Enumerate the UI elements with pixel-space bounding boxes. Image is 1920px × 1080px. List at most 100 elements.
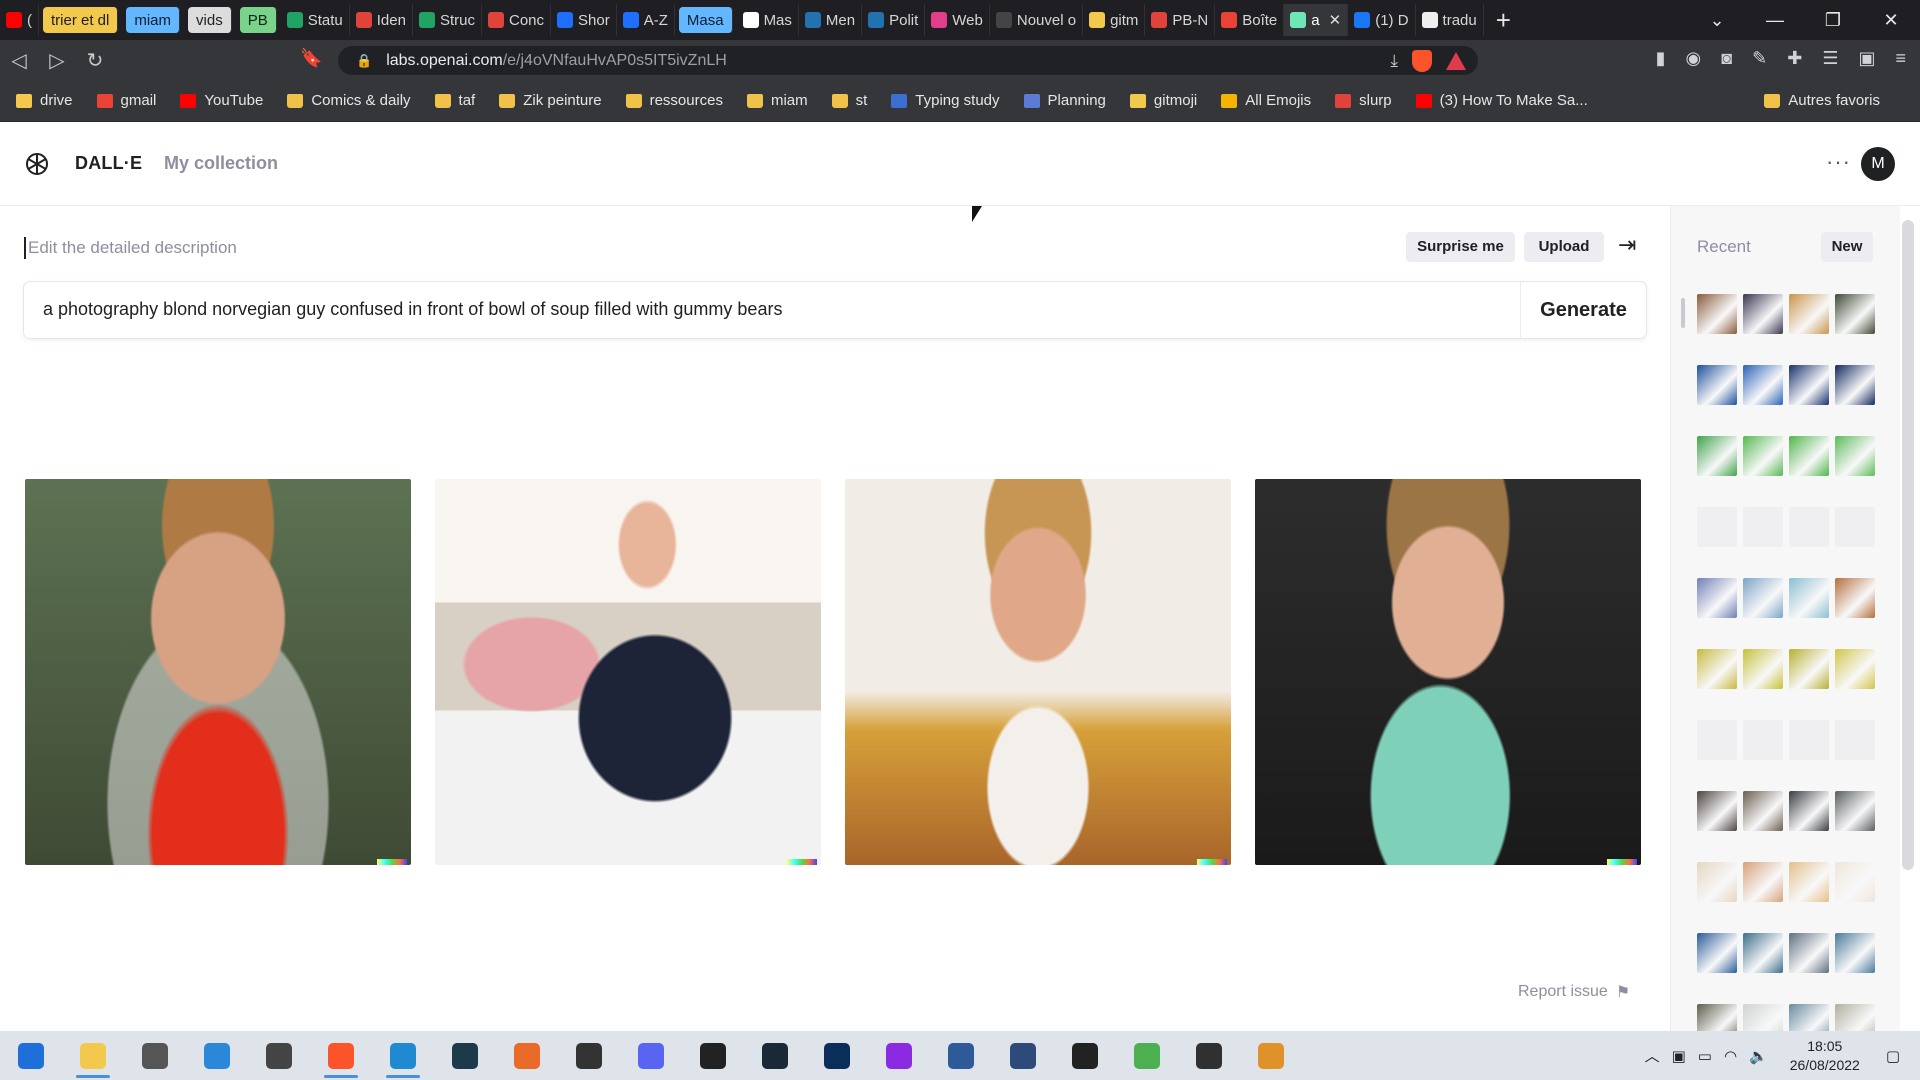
browser-tab[interactable]: Conc bbox=[482, 4, 552, 36]
prompt-input[interactable]: a photography blond norvegian guy confus… bbox=[24, 282, 1646, 338]
recent-thumbnail[interactable] bbox=[1743, 649, 1783, 689]
browser-tab[interactable]: Polit bbox=[862, 4, 926, 36]
reload-icon[interactable]: ↻ bbox=[76, 48, 114, 73]
obs-icon[interactable] bbox=[1178, 1031, 1240, 1080]
recent-thumbnail[interactable] bbox=[1789, 578, 1829, 618]
bookmark-item[interactable]: gitmoji bbox=[1129, 92, 1197, 109]
recent-thumbnail[interactable] bbox=[1697, 933, 1737, 973]
recent-thumbnail[interactable] bbox=[1697, 578, 1737, 618]
new-button[interactable]: New bbox=[1821, 232, 1873, 262]
bookmark-item[interactable]: (3) How To Make Sa... bbox=[1415, 92, 1588, 109]
recent-thumbnail[interactable] bbox=[1743, 436, 1783, 476]
recent-thumbnail[interactable] bbox=[1835, 933, 1875, 973]
browser-tab[interactable]: Web bbox=[925, 4, 990, 36]
recent-thumbnail[interactable] bbox=[1789, 791, 1829, 831]
browser-tab[interactable]: PB bbox=[239, 7, 277, 33]
purple-circle-icon[interactable] bbox=[868, 1031, 930, 1080]
menu-icon[interactable]: ≡ bbox=[1895, 48, 1906, 69]
wallet-icon[interactable]: ▣ bbox=[1858, 48, 1875, 69]
browser-tab[interactable]: (1) D bbox=[1348, 4, 1416, 36]
chevron-up-icon[interactable]: ︿ bbox=[1645, 1045, 1660, 1066]
avatar[interactable]: M bbox=[1861, 147, 1895, 181]
browser-tab[interactable]: Struc bbox=[413, 4, 482, 36]
green-app-icon[interactable] bbox=[1116, 1031, 1178, 1080]
report-issue-link[interactable]: Report issue ⚑ bbox=[1518, 982, 1630, 1002]
browser-tab[interactable]: ( bbox=[0, 4, 39, 36]
recent-thumbnail[interactable] bbox=[1697, 294, 1737, 334]
bookmark-item[interactable]: Planning bbox=[1023, 92, 1106, 109]
extension-2-icon[interactable]: ◉ bbox=[1686, 48, 1702, 69]
brave-rewards-icon[interactable] bbox=[1446, 52, 1466, 70]
recent-thumbnail[interactable] bbox=[1743, 365, 1783, 405]
result-image-4[interactable] bbox=[1255, 479, 1641, 865]
restore-icon[interactable]: ❐ bbox=[1804, 10, 1862, 31]
files-icon[interactable] bbox=[558, 1031, 620, 1080]
recent-thumbnail[interactable] bbox=[1835, 365, 1875, 405]
skype-icon[interactable] bbox=[1054, 1031, 1116, 1080]
pen-icon[interactable]: ✎ bbox=[1752, 48, 1767, 69]
recent-thumbnail[interactable] bbox=[1743, 862, 1783, 902]
recent-thumbnail[interactable] bbox=[1697, 862, 1737, 902]
recent-thumbnail[interactable] bbox=[1743, 578, 1783, 618]
page-scrollbar[interactable] bbox=[1902, 220, 1914, 870]
camera-icon[interactable]: ◙ bbox=[1721, 48, 1732, 69]
recent-thumbnail[interactable] bbox=[1789, 436, 1829, 476]
browser-tab[interactable]: miam bbox=[126, 7, 181, 33]
openai-logo-icon[interactable] bbox=[24, 151, 50, 177]
clock[interactable]: 18:05 26/08/2022 bbox=[1790, 1037, 1860, 1075]
other-bookmarks[interactable]: Autres favoris bbox=[1764, 92, 1880, 109]
recent-thumbnail[interactable] bbox=[1835, 436, 1875, 476]
discord-icon[interactable] bbox=[620, 1031, 682, 1080]
browser-tab[interactable]: trier et dl bbox=[43, 7, 119, 33]
epic-games-icon[interactable] bbox=[682, 1031, 744, 1080]
close-window-icon[interactable]: ✕ bbox=[1862, 10, 1920, 31]
browser-tab[interactable]: Masa bbox=[678, 7, 733, 33]
generate-button[interactable]: Generate bbox=[1520, 282, 1646, 338]
bookmark-item[interactable]: Comics & daily bbox=[287, 92, 411, 109]
recent-thumbnail[interactable] bbox=[1697, 365, 1737, 405]
system-tool-icon[interactable] bbox=[248, 1031, 310, 1080]
bookmark-item[interactable]: drive bbox=[16, 92, 73, 109]
recent-thumbnail[interactable] bbox=[1835, 294, 1875, 334]
recent-thumbnail[interactable] bbox=[1743, 294, 1783, 334]
new-tab-icon[interactable]: + bbox=[1496, 5, 1511, 36]
browser-tab[interactable]: PB-N bbox=[1145, 4, 1216, 36]
notes-icon[interactable] bbox=[930, 1031, 992, 1080]
prompt-text[interactable]: a photography blond norvegian guy confus… bbox=[43, 299, 782, 320]
recent-thumbnail[interactable] bbox=[1789, 365, 1829, 405]
bookmark-item[interactable]: slurp bbox=[1335, 92, 1392, 109]
recent-thumbnail[interactable] bbox=[1743, 933, 1783, 973]
blue-app-icon[interactable] bbox=[186, 1031, 248, 1080]
recent-thumbnail[interactable] bbox=[1835, 791, 1875, 831]
tray-app-icon[interactable]: ▣ bbox=[1672, 1047, 1686, 1065]
back-icon[interactable]: ◁ bbox=[0, 48, 38, 73]
bookmark-item[interactable]: Typing study bbox=[891, 92, 1000, 109]
close-tab-icon[interactable]: ✕ bbox=[1329, 11, 1342, 29]
notification-icon[interactable]: ▢ bbox=[1886, 1047, 1900, 1065]
bookmark-item[interactable]: st bbox=[831, 92, 867, 109]
windows-start-icon[interactable] bbox=[0, 1031, 62, 1080]
more-options-icon[interactable]: ··· bbox=[1826, 149, 1851, 175]
recent-thumbnail[interactable] bbox=[1697, 436, 1737, 476]
extension-1-icon[interactable]: ▮ bbox=[1656, 48, 1666, 69]
browser-tab[interactable]: Mas bbox=[737, 4, 799, 36]
steam-icon[interactable] bbox=[744, 1031, 806, 1080]
vscode-icon[interactable] bbox=[372, 1031, 434, 1080]
browser-tab[interactable]: Nouvel o bbox=[990, 4, 1084, 36]
blue-circle-icon[interactable] bbox=[992, 1031, 1054, 1080]
volume-icon[interactable]: 🔈 bbox=[1749, 1047, 1768, 1065]
recent-thumbnail[interactable] bbox=[1789, 933, 1829, 973]
settings-icon[interactable] bbox=[124, 1031, 186, 1080]
minimize-icon[interactable]: — bbox=[1746, 10, 1804, 31]
paint-app-icon[interactable] bbox=[1240, 1031, 1302, 1080]
brave-browser-icon[interactable] bbox=[310, 1031, 372, 1080]
bookmark-item[interactable]: ressources bbox=[625, 92, 723, 109]
address-bar[interactable]: 🔒 labs.openai.com/e/j4oVNfauHvAP0s5IT5iv… bbox=[338, 46, 1478, 75]
recent-scroll-indicator[interactable] bbox=[1681, 298, 1685, 328]
photoshop-icon[interactable] bbox=[806, 1031, 868, 1080]
bookmark-icon[interactable]: 🔖 bbox=[300, 48, 322, 69]
browser-tab[interactable]: vids bbox=[188, 7, 232, 33]
browser-tab[interactable]: gitm bbox=[1083, 4, 1146, 36]
file-explorer-icon[interactable] bbox=[62, 1031, 124, 1080]
browser-tab[interactable]: tradu bbox=[1416, 4, 1484, 36]
